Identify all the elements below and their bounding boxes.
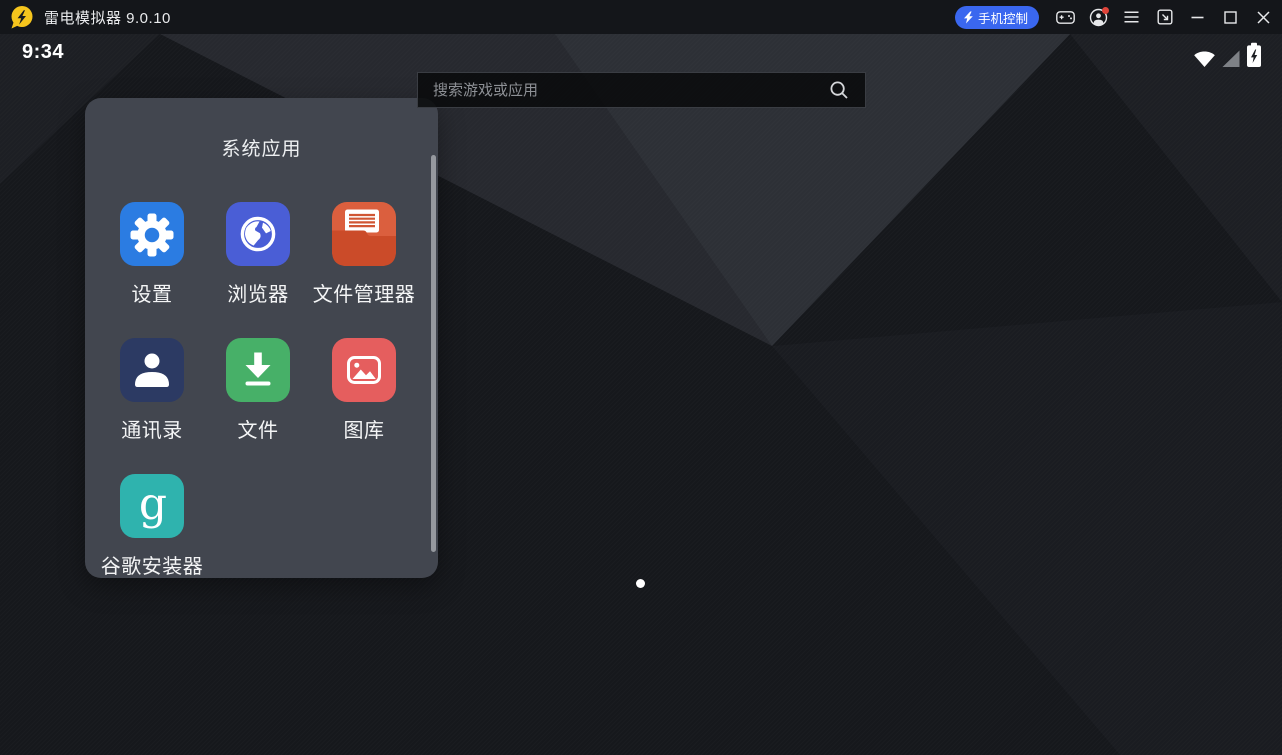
search-bar — [417, 72, 866, 108]
status-icons — [1193, 40, 1262, 68]
gear-icon — [120, 202, 184, 266]
folder-title: 系统应用 — [85, 134, 438, 161]
system-apps-folder: 系统应用 设置 — [85, 98, 438, 578]
app-google-installer[interactable]: g 谷歌安装器 — [99, 474, 205, 579]
wifi-icon — [1193, 47, 1216, 68]
search-icon[interactable] — [829, 80, 849, 100]
titlebar-controls: 手机控制 — [955, 0, 1282, 34]
file-manager-icon — [332, 202, 396, 266]
app-contacts[interactable]: 通讯录 — [99, 338, 205, 443]
phone-control-label: 手机控制 — [978, 8, 1028, 27]
close-button[interactable] — [1247, 0, 1280, 34]
app-gallery[interactable]: 图库 — [311, 338, 417, 443]
app-label: 谷歌安装器 — [101, 550, 204, 579]
status-clock: 9:34 — [22, 41, 64, 64]
android-home-screen: 9:34 系统应用 — [0, 34, 1282, 755]
app-files[interactable]: 文件 — [205, 338, 311, 443]
svg-text:g: g — [139, 479, 167, 530]
page-indicator-dot — [636, 579, 645, 588]
app-label: 文件管理器 — [313, 278, 416, 307]
window-title: 雷电模拟器 9.0.10 — [44, 7, 171, 28]
maximize-button[interactable] — [1214, 0, 1247, 34]
app-label: 图库 — [344, 414, 385, 443]
letter-g-icon: g — [120, 474, 184, 538]
resize-window-button[interactable] — [1148, 0, 1181, 34]
person-icon — [120, 338, 184, 402]
notification-dot — [1102, 7, 1109, 14]
user-account-button[interactable] — [1082, 0, 1115, 34]
search-input[interactable] — [418, 82, 829, 99]
app-file-manager[interactable]: 文件管理器 — [311, 202, 417, 307]
maximize-icon — [1224, 11, 1237, 24]
gamepad-icon — [1056, 11, 1075, 24]
image-icon — [332, 338, 396, 402]
minimize-icon — [1191, 16, 1204, 19]
menu-icon — [1124, 11, 1139, 23]
app-logo-icon — [10, 5, 34, 29]
window-titlebar: 雷电模拟器 9.0.10 手机控制 — [0, 0, 1282, 34]
folder-scrollbar[interactable] — [431, 155, 436, 552]
menu-button[interactable] — [1115, 0, 1148, 34]
gamepad-button[interactable] — [1049, 0, 1082, 34]
app-label: 浏览器 — [227, 278, 289, 307]
signal-icon — [1221, 49, 1241, 68]
app-settings[interactable]: 设置 — [99, 202, 205, 307]
close-icon — [1257, 11, 1270, 24]
app-label: 设置 — [132, 278, 173, 307]
app-label: 通讯录 — [121, 414, 183, 443]
globe-icon — [226, 202, 290, 266]
resize-icon — [1157, 9, 1173, 25]
app-browser[interactable]: 浏览器 — [205, 202, 311, 307]
app-label: 文件 — [238, 414, 279, 443]
download-icon — [226, 338, 290, 402]
lightning-icon — [963, 11, 974, 24]
battery-charging-icon — [1246, 42, 1262, 68]
phone-control-button[interactable]: 手机控制 — [955, 6, 1039, 29]
minimize-button[interactable] — [1181, 0, 1214, 34]
